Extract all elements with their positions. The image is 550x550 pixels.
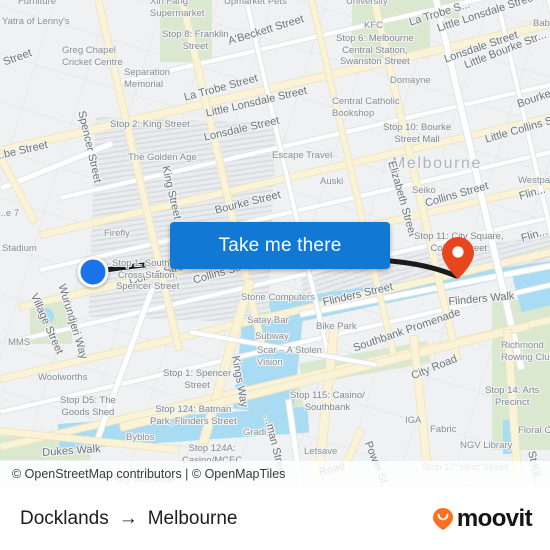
moovit-map-screen: Furniture Yatra of Lenny's Street Greg C… [0, 0, 550, 550]
moovit-logo[interactable]: moovit [432, 504, 533, 533]
trip-summary: Docklands → Melbourne [20, 508, 238, 530]
origin-marker[interactable] [77, 256, 109, 288]
take-me-there-button[interactable]: Take me there [170, 222, 390, 269]
arrow-right-icon: → [118, 507, 138, 529]
park-flagstaff [352, 0, 430, 58]
moovit-pin-icon [432, 507, 453, 530]
map-canvas[interactable]: Furniture Yatra of Lenny's Street Greg C… [0, 0, 550, 487]
attribution-text[interactable]: © OpenStreetMap contributors | © OpenMap… [12, 467, 285, 481]
map-pin-icon [442, 237, 474, 279]
take-me-there-label: Take me there [218, 234, 342, 256]
moovit-wordmark: moovit [456, 504, 533, 532]
map-attribution: © OpenStreetMap contributors | © OpenMap… [0, 461, 550, 487]
trip-destination[interactable]: Melbourne [148, 508, 238, 530]
lagoon [38, 308, 54, 324]
footer-bar: Docklands → Melbourne moovit [0, 487, 550, 550]
destination-marker[interactable] [441, 236, 475, 285]
trip-origin[interactable]: Docklands [20, 508, 109, 530]
